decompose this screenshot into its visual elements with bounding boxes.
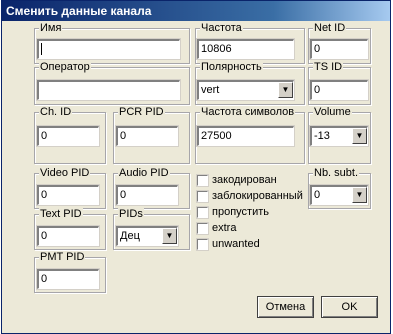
audio-pid-input[interactable]: 0 [115, 184, 179, 206]
video-pid-label: Video PID [39, 167, 91, 180]
nb-subt-label: Nb. subt. [313, 167, 360, 180]
pmt-pid-label: PMT PID [39, 251, 86, 264]
chevron-down-icon[interactable]: ▼ [352, 187, 367, 203]
chevron-down-icon[interactable]: ▼ [162, 228, 177, 244]
encrypted-checkbox[interactable] [196, 174, 209, 187]
extra-label: extra [212, 222, 237, 234]
ch-id-input[interactable]: 0 [36, 125, 100, 147]
window-title: Сменить данные канала [2, 1, 390, 21]
chevron-down-icon[interactable]: ▼ [278, 82, 293, 98]
pcr-pid-label: PCR PID [118, 106, 165, 119]
nb-subt-select[interactable]: 0 ▼ [309, 184, 369, 206]
ts-id-label: TS ID [313, 61, 344, 74]
frequency-input[interactable]: 10806 [196, 38, 295, 60]
video-pid-input[interactable]: 0 [36, 184, 100, 206]
pids-label: PIDs [118, 208, 144, 221]
audio-pid-label: Audio PID [118, 167, 170, 180]
unwanted-checkbox[interactable] [196, 238, 209, 251]
volume-label: Volume [313, 106, 352, 119]
frequency-label: Частота [200, 22, 243, 35]
symbol-rate-input[interactable]: 27500 [196, 125, 295, 147]
text-pid-input[interactable]: 0 [36, 225, 100, 247]
chevron-down-icon[interactable]: ▼ [352, 128, 367, 144]
ts-id-input[interactable]: 0 [309, 79, 369, 101]
skip-checkbox[interactable] [196, 206, 209, 219]
extra-checkbox[interactable] [196, 222, 209, 235]
operator-label: Оператор [39, 61, 91, 74]
blocked-checkbox[interactable] [196, 190, 209, 203]
ch-id-label: Ch. ID [39, 106, 73, 119]
name-input[interactable] [36, 38, 181, 60]
polarity-select[interactable]: vert ▼ [196, 79, 295, 101]
skip-label: пропустить [212, 206, 269, 218]
text-pid-label: Text PID [39, 208, 83, 221]
unwanted-label: unwanted [212, 238, 260, 250]
net-id-label: Net ID [313, 22, 347, 35]
net-id-input[interactable]: 0 [309, 38, 369, 60]
channel-edit-dialog: Сменить данные канала Имя Частота 10806 … [1, 0, 391, 334]
ok-button[interactable]: OK [321, 296, 378, 318]
operator-input[interactable] [36, 79, 181, 101]
text-caret [41, 43, 42, 56]
pmt-pid-input[interactable]: 0 [36, 268, 100, 290]
pcr-pid-input[interactable]: 0 [115, 125, 179, 147]
symbol-rate-label: Частота символов [200, 106, 296, 119]
encrypted-label: закодирован [212, 174, 277, 186]
polarity-label: Полярность [200, 61, 263, 74]
pids-select[interactable]: Дец ▼ [115, 225, 179, 247]
name-label: Имя [39, 22, 63, 35]
blocked-label: заблокированный [212, 190, 303, 202]
cancel-button[interactable]: Отмена [257, 296, 314, 318]
volume-select[interactable]: -13 ▼ [309, 125, 369, 147]
